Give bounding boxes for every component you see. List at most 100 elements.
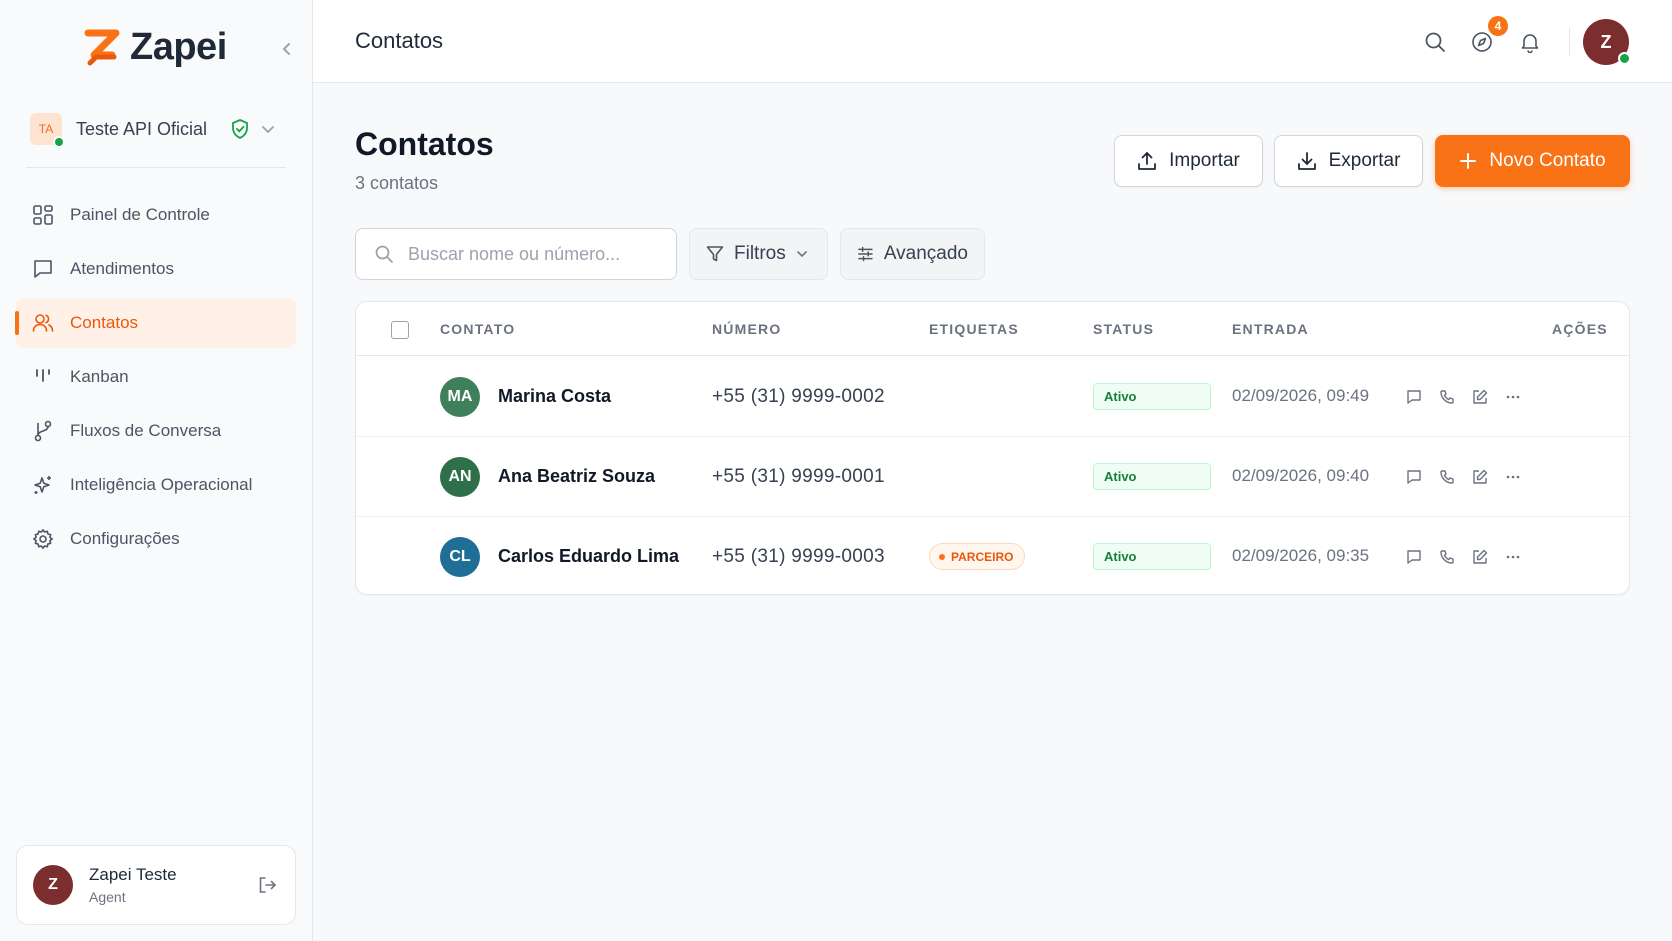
user-name: Zapei Teste: [89, 865, 177, 884]
call-button[interactable]: [1436, 466, 1458, 488]
sidebar-nav: Painel de Controle Atendimentos Contatos…: [15, 190, 296, 568]
contact-number: +55 (31) 9999-0003: [712, 546, 885, 567]
contact-avatar: MA: [440, 377, 480, 417]
sidebar: Zapei TA Teste API Oficial Painel de Con…: [0, 0, 313, 941]
top-bar: Contatos 4 Z: [313, 0, 1672, 83]
sidebar-item-configuracoes[interactable]: Configurações: [16, 514, 296, 564]
user-card: Z Zapei Teste Agent: [16, 845, 296, 925]
status-badge: Ativo: [1093, 543, 1211, 570]
sidebar-item-kanban[interactable]: Kanban: [16, 352, 296, 402]
more-icon: [1506, 555, 1520, 559]
header-tags[interactable]: ETIQUETAS: [929, 321, 1019, 337]
profile-initial: Z: [1600, 31, 1612, 52]
status-badge: Ativo: [1093, 463, 1211, 490]
search-icon: [375, 245, 393, 263]
edit-button[interactable]: [1469, 546, 1491, 568]
message-icon: [1407, 550, 1421, 564]
collapse-sidebar-button[interactable]: [276, 38, 298, 60]
message-button[interactable]: [1403, 386, 1425, 408]
more-button[interactable]: [1502, 546, 1524, 568]
sidebar-item-contatos[interactable]: Contatos: [15, 298, 296, 348]
sidebar-item-label: Atendimentos: [70, 259, 174, 278]
brand-name: Zapei: [130, 26, 227, 68]
topbar-separator: [1569, 28, 1570, 56]
topbar-title: Contatos: [355, 28, 444, 53]
zapei-logo[interactable]: Zapei: [82, 26, 227, 69]
contact-number: +55 (31) 9999-0002: [712, 386, 885, 407]
select-all-checkbox[interactable]: [391, 321, 409, 339]
user-info: Zapei Teste Agent: [89, 865, 255, 905]
advanced-button[interactable]: Avançado: [840, 228, 985, 280]
user-role: Agent: [89, 889, 126, 905]
edit-icon: [1473, 389, 1488, 404]
upload-icon: [1138, 152, 1157, 170]
sidebar-item-label: Painel de Controle: [70, 205, 210, 224]
message-button[interactable]: [1403, 546, 1425, 568]
contact-avatar: AN: [440, 457, 480, 497]
bell-icon: [1521, 34, 1539, 53]
table-row[interactable]: AN Ana Beatriz Souza +55 (31) 9999-0001 …: [356, 437, 1629, 517]
filters-label: Filtros: [734, 243, 786, 264]
more-icon: [1506, 395, 1520, 399]
call-button[interactable]: [1436, 546, 1458, 568]
verified-shield-icon: [232, 119, 248, 139]
account-switcher[interactable]: TA Teste API Oficial: [30, 108, 286, 150]
new-contact-label: Novo Contato: [1489, 150, 1606, 171]
account-avatar: TA: [30, 113, 65, 148]
sidebar-item-inteligencia[interactable]: Inteligência Operacional: [16, 460, 296, 510]
online-indicator: [1618, 52, 1631, 65]
table-row[interactable]: CL Carlos Eduardo Lima +55 (31) 9999-000…: [356, 517, 1629, 594]
header-number[interactable]: NÚMERO: [712, 321, 781, 337]
zapei-logo-icon: [84, 29, 120, 65]
notification-badge: 4: [1488, 16, 1508, 36]
users-icon: [32, 312, 54, 334]
more-icon: [1506, 475, 1520, 479]
compass-icon: [1472, 32, 1492, 52]
chevron-down-icon: [796, 251, 807, 258]
explore-button[interactable]: 4: [1468, 16, 1508, 56]
profile-avatar[interactable]: Z: [1583, 19, 1631, 65]
edit-icon: [1473, 469, 1488, 484]
search-input[interactable]: [408, 243, 658, 265]
header-contact[interactable]: CONTATO: [440, 321, 515, 337]
tag-dot: [939, 553, 945, 560]
contact-name[interactable]: Carlos Eduardo Lima: [498, 546, 679, 567]
export-label: Exportar: [1328, 150, 1401, 171]
more-button[interactable]: [1502, 386, 1524, 408]
call-button[interactable]: [1436, 386, 1458, 408]
contact-name[interactable]: Ana Beatriz Souza: [498, 466, 655, 487]
search-box: [355, 228, 677, 280]
header-status[interactable]: STATUS: [1093, 321, 1154, 337]
sidebar-item-painel[interactable]: Painel de Controle: [16, 190, 296, 240]
more-button[interactable]: [1502, 466, 1524, 488]
contact-name[interactable]: Marina Costa: [498, 386, 611, 407]
user-avatar[interactable]: Z: [33, 865, 73, 905]
edit-icon: [1473, 549, 1488, 564]
sidebar-item-atendimentos[interactable]: Atendimentos: [16, 244, 296, 294]
export-button[interactable]: Exportar: [1274, 135, 1423, 187]
sidebar-item-fluxos[interactable]: Fluxos de Conversa: [16, 406, 296, 456]
message-icon: [1407, 390, 1421, 404]
branch-icon: [32, 420, 54, 442]
message-button[interactable]: [1403, 466, 1425, 488]
message-icon: [1407, 470, 1421, 484]
kanban-icon: [32, 366, 54, 388]
edit-button[interactable]: [1469, 386, 1491, 408]
filters-button[interactable]: Filtros: [689, 228, 828, 280]
phone-icon: [1440, 550, 1454, 564]
status-badge: Ativo: [1093, 383, 1211, 410]
header-entry[interactable]: ENTRADA: [1232, 321, 1309, 337]
edit-button[interactable]: [1469, 466, 1491, 488]
tag-badge[interactable]: PARCEIRO: [929, 543, 1026, 570]
contacts-table: CONTATO NÚMERO ETIQUETAS STATUS ENTRADA …: [355, 301, 1630, 595]
chat-icon: [32, 258, 54, 280]
notifications-button[interactable]: [1516, 28, 1544, 56]
table-row[interactable]: MA Marina Costa +55 (31) 9999-0002 Ativo…: [356, 357, 1629, 437]
search-button[interactable]: [1421, 28, 1449, 56]
import-button[interactable]: Importar: [1114, 135, 1263, 187]
download-icon: [1297, 152, 1316, 170]
logout-button[interactable]: [255, 873, 279, 897]
new-contact-button[interactable]: Novo Contato: [1435, 135, 1630, 187]
sparkle-icon: [32, 474, 54, 496]
online-indicator: [53, 136, 65, 148]
